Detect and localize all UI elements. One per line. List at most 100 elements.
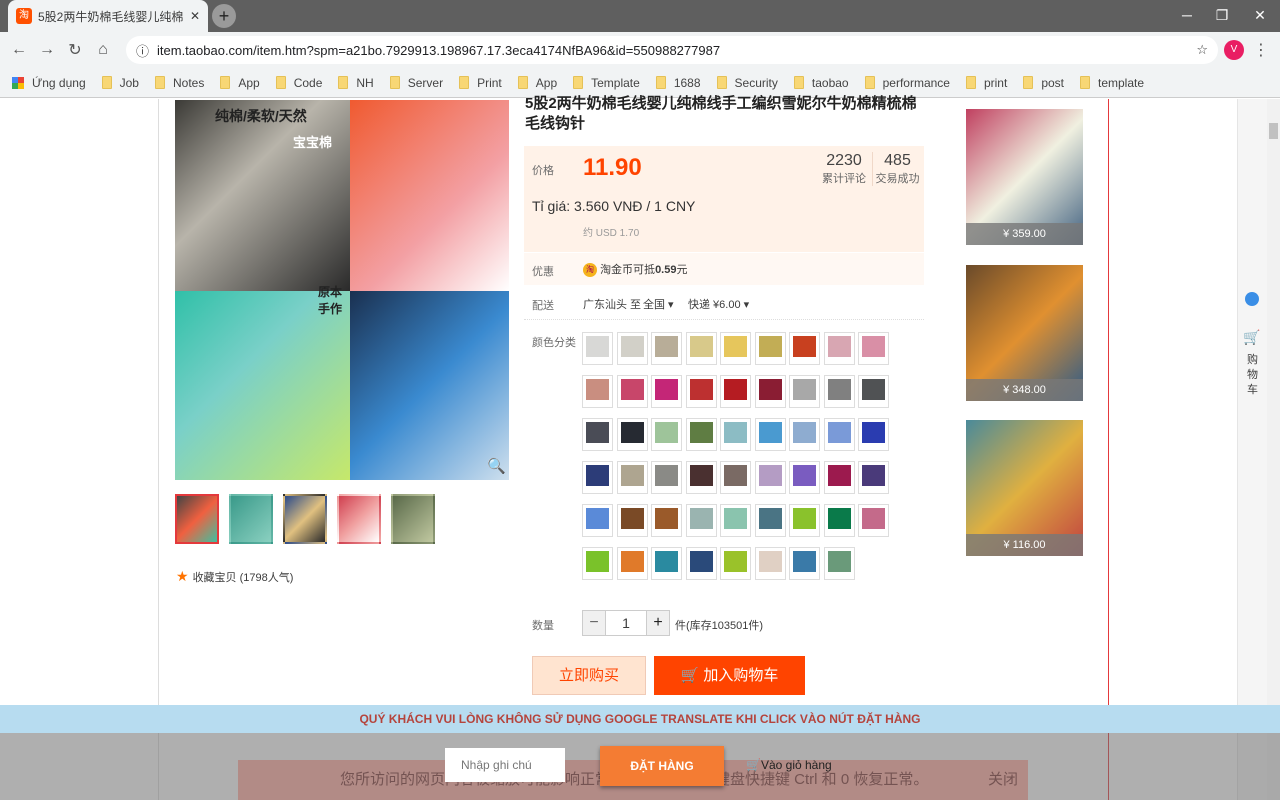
color-swatch[interactable] bbox=[720, 375, 751, 408]
home-icon[interactable]: ⌂ bbox=[92, 41, 114, 59]
color-swatch[interactable] bbox=[858, 332, 889, 365]
recommend-item[interactable]: ¥ 116.00 bbox=[966, 420, 1083, 556]
color-swatch[interactable] bbox=[858, 375, 889, 408]
place-order-button[interactable]: ĐẶT HÀNG bbox=[600, 746, 724, 786]
bookmark-item[interactable]: Notes bbox=[154, 76, 204, 90]
color-swatch[interactable] bbox=[616, 461, 648, 494]
forward-icon[interactable]: → bbox=[36, 41, 58, 59]
bookmark-item[interactable]: Template bbox=[573, 76, 640, 90]
color-swatch[interactable] bbox=[616, 547, 648, 580]
notification-icon[interactable] bbox=[1245, 292, 1259, 306]
color-swatch[interactable] bbox=[616, 332, 648, 365]
new-tab-button[interactable]: + bbox=[212, 4, 236, 28]
color-swatch[interactable] bbox=[582, 332, 613, 365]
product-image[interactable]: 纯棉/柔软/天然 宝宝棉 原本手作 bbox=[175, 100, 509, 480]
bookmark-item[interactable]: Server bbox=[389, 76, 443, 90]
bookmark-item[interactable]: Print bbox=[459, 76, 502, 90]
thumbnail[interactable] bbox=[283, 494, 327, 544]
scrollbar-thumb[interactable] bbox=[1269, 123, 1278, 139]
color-swatch[interactable] bbox=[651, 504, 682, 537]
color-swatch[interactable] bbox=[582, 375, 613, 408]
avatar[interactable]: V bbox=[1224, 40, 1244, 60]
thumbnail[interactable] bbox=[229, 494, 273, 544]
color-swatch[interactable] bbox=[616, 418, 648, 451]
color-swatch[interactable] bbox=[754, 375, 786, 408]
bookmark-item[interactable]: post bbox=[1023, 76, 1064, 90]
go-to-cart-link[interactable]: 🛒Vào giỏ hàng bbox=[746, 758, 832, 772]
ship-method-dropdown[interactable]: 快递 ¥6.00 ▾ bbox=[688, 296, 749, 312]
maximize-button[interactable]: ❐ bbox=[1205, 0, 1239, 32]
color-swatch[interactable] bbox=[651, 332, 682, 365]
close-window-button[interactable]: ✕ bbox=[1243, 0, 1277, 32]
color-swatch[interactable] bbox=[685, 547, 717, 580]
apps-shortcut[interactable]: Ứng dụng bbox=[12, 76, 86, 90]
color-swatch[interactable] bbox=[789, 547, 820, 580]
color-swatch[interactable] bbox=[789, 418, 820, 451]
color-swatch[interactable] bbox=[754, 547, 786, 580]
bookmark-item[interactable]: App bbox=[517, 76, 557, 90]
bookmark-item[interactable]: performance bbox=[864, 76, 950, 90]
color-swatch[interactable] bbox=[651, 547, 682, 580]
color-swatch[interactable] bbox=[720, 332, 751, 365]
color-swatch[interactable] bbox=[651, 461, 682, 494]
color-swatch[interactable] bbox=[582, 547, 613, 580]
sidebar-cart-label[interactable]: 购物车 bbox=[1247, 353, 1259, 398]
color-swatch[interactable] bbox=[720, 504, 751, 537]
info-icon[interactable]: ⓘ bbox=[136, 41, 149, 60]
scrollbar[interactable] bbox=[1267, 99, 1280, 800]
color-swatch[interactable] bbox=[858, 461, 889, 494]
color-swatch[interactable] bbox=[789, 375, 820, 408]
back-icon[interactable]: ← bbox=[8, 41, 30, 59]
color-swatch[interactable] bbox=[651, 418, 682, 451]
color-swatch[interactable] bbox=[720, 461, 751, 494]
color-swatch[interactable] bbox=[789, 504, 820, 537]
bookmark-item[interactable]: template bbox=[1080, 76, 1144, 90]
cart-icon[interactable]: 🛒 bbox=[1243, 329, 1260, 346]
color-swatch[interactable] bbox=[823, 504, 855, 537]
color-swatch[interactable] bbox=[754, 504, 786, 537]
bookmark-item[interactable]: taobao bbox=[793, 76, 849, 90]
bookmark-star-icon[interactable]: ☆ bbox=[1196, 42, 1208, 58]
recommend-item[interactable]: ¥ 359.00 bbox=[966, 109, 1083, 245]
color-swatch[interactable] bbox=[823, 375, 855, 408]
color-swatch[interactable] bbox=[685, 461, 717, 494]
color-swatch[interactable] bbox=[789, 461, 820, 494]
color-swatch[interactable] bbox=[823, 418, 855, 451]
color-swatch[interactable] bbox=[582, 418, 613, 451]
bookmark-item[interactable]: 1688 bbox=[655, 76, 701, 90]
color-swatch[interactable] bbox=[685, 504, 717, 537]
favorite-button[interactable]: ★ 收藏宝贝 (1798人气) bbox=[176, 568, 293, 585]
bookmark-item[interactable]: Security bbox=[716, 76, 778, 90]
color-swatch[interactable] bbox=[582, 504, 613, 537]
thumbnail[interactable] bbox=[337, 494, 381, 544]
buy-now-button[interactable]: 立即购买 bbox=[532, 656, 646, 695]
color-swatch[interactable] bbox=[685, 332, 717, 365]
color-swatch[interactable] bbox=[720, 547, 751, 580]
minimize-button[interactable]: ─ bbox=[1170, 0, 1204, 32]
ship-to-dropdown[interactable]: 全国 ▾ bbox=[643, 296, 674, 312]
bookmark-item[interactable]: App bbox=[220, 76, 260, 90]
color-swatch[interactable] bbox=[823, 461, 855, 494]
bookmark-item[interactable]: Code bbox=[275, 76, 322, 90]
color-swatch[interactable] bbox=[754, 332, 786, 365]
review-count[interactable]: 2230 累计评论 bbox=[819, 152, 869, 186]
color-swatch[interactable] bbox=[685, 418, 717, 451]
color-swatch[interactable] bbox=[823, 332, 855, 365]
color-swatch[interactable] bbox=[789, 332, 820, 365]
color-swatch[interactable] bbox=[823, 547, 855, 580]
reload-icon[interactable]: ↻ bbox=[64, 40, 86, 60]
color-swatch[interactable] bbox=[651, 375, 682, 408]
menu-icon[interactable]: ⋮ bbox=[1250, 40, 1272, 60]
bookmark-item[interactable]: Job bbox=[101, 76, 139, 90]
decrease-button[interactable]: − bbox=[583, 611, 605, 635]
zoom-close-button[interactable]: 关闭 bbox=[988, 760, 1018, 800]
thumbnail[interactable] bbox=[391, 494, 435, 544]
quantity-input[interactable]: 1 bbox=[605, 611, 647, 635]
color-swatch[interactable] bbox=[858, 504, 889, 537]
close-tab-icon[interactable]: ✕ bbox=[190, 9, 200, 23]
add-to-cart-button[interactable]: 🛒 加入购物车 bbox=[654, 656, 805, 695]
thumbnail[interactable] bbox=[175, 494, 219, 544]
color-swatch[interactable] bbox=[720, 418, 751, 451]
zoom-magnifier-icon[interactable]: 🔍 bbox=[487, 457, 506, 475]
color-swatch[interactable] bbox=[685, 375, 717, 408]
